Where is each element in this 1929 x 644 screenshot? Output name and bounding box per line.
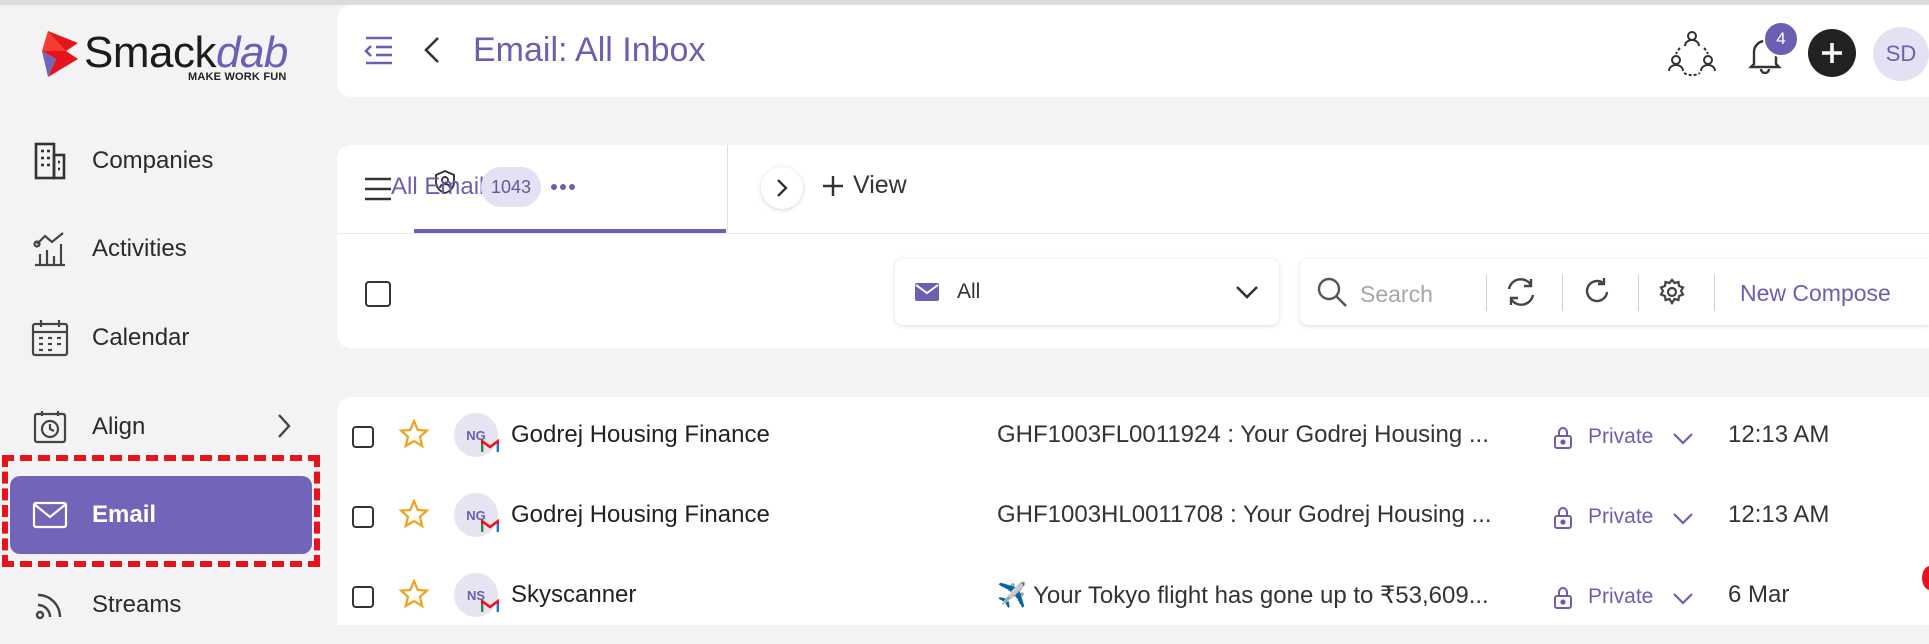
- inbox-toolbar-panel: All Email 1043 View All Search New Compo…: [337, 145, 1929, 348]
- scroll-tabs-button[interactable]: [761, 167, 803, 209]
- chevron-down-icon[interactable]: [1672, 512, 1694, 531]
- plus-icon: [1822, 43, 1842, 63]
- sidebar-item-companies[interactable]: Companies: [10, 122, 312, 200]
- sender-name: Skyscanner: [511, 581, 637, 608]
- refresh-icon[interactable]: [1582, 277, 1612, 312]
- chevron-right-icon: [777, 179, 788, 197]
- table-row[interactable]: NG Godrej Housing Finance GHF1003FL00119…: [337, 397, 1929, 477]
- back-arrow-icon[interactable]: [419, 33, 445, 67]
- sidebar-item-calendar[interactable]: Calendar: [10, 299, 312, 377]
- sync-icon[interactable]: [1505, 277, 1537, 312]
- collapse-sidebar-icon[interactable]: [361, 33, 395, 67]
- table-row[interactable]: NS Skyscanner ✈️ Your Tokyo flight has g…: [337, 557, 1929, 637]
- select-all-checkbox[interactable]: [365, 281, 391, 307]
- sidebar-item-streams[interactable]: Streams: [10, 566, 312, 644]
- visibility-label[interactable]: Private: [1588, 585, 1653, 609]
- email-subject: GHF1003FL0011924 : Your Godrej Housing .…: [997, 421, 1489, 448]
- tab-all-email-label: All Email: [391, 173, 485, 200]
- activities-chart-icon: [30, 229, 70, 269]
- email-time: 12:13 AM: [1728, 501, 1830, 528]
- toolbar-divider: [1562, 275, 1563, 311]
- star-icon[interactable]: [398, 578, 430, 614]
- team-network-icon[interactable]: [1667, 27, 1717, 77]
- align-clock-icon: [30, 407, 70, 447]
- visibility-label[interactable]: Private: [1588, 425, 1653, 449]
- table-row[interactable]: NG Godrej Housing Finance GHF1003HL00117…: [337, 477, 1929, 557]
- chevron-down-icon[interactable]: [1672, 592, 1694, 611]
- star-icon[interactable]: [398, 498, 430, 534]
- sidebar-item-label: Companies: [92, 147, 214, 174]
- new-compose-button[interactable]: New Compose: [1740, 280, 1891, 307]
- email-time: 6 Mar: [1728, 581, 1790, 608]
- sidebar-item-label: Align: [92, 413, 146, 440]
- gmail-icon: [480, 518, 500, 538]
- email-list: NG Godrej Housing Finance GHF1003FL00119…: [337, 397, 1929, 625]
- tab-divider: [727, 145, 728, 233]
- row-checkbox[interactable]: [352, 506, 374, 528]
- mail-filter-dropdown[interactable]: All: [895, 259, 1279, 325]
- sidebar-item-activities[interactable]: Activities: [10, 210, 312, 288]
- gear-icon[interactable]: [1658, 278, 1686, 311]
- email-time: 12:13 AM: [1728, 421, 1830, 448]
- more-options-icon[interactable]: [547, 177, 579, 197]
- lock-icon: [1553, 506, 1573, 535]
- page-title: Email: All Inbox: [473, 31, 706, 69]
- add-view-label: View: [853, 171, 907, 199]
- sidebar-item-label: Activities: [92, 235, 187, 262]
- streams-icon: [30, 585, 70, 625]
- search-icon[interactable]: [1316, 276, 1348, 313]
- brand-logo[interactable]: Smackdab MAKE WORK FUN: [38, 25, 288, 85]
- add-button[interactable]: [1808, 29, 1856, 77]
- mail-filled-icon: [915, 283, 939, 306]
- building-icon: [30, 141, 70, 181]
- toolbar-divider: [1486, 275, 1487, 311]
- logo-mark-icon: [42, 31, 78, 77]
- logo-tagline: MAKE WORK FUN: [188, 71, 287, 83]
- search-input[interactable]: Search: [1360, 281, 1433, 308]
- lock-icon: [1553, 586, 1573, 615]
- panel-divider: [337, 233, 1929, 234]
- avatar[interactable]: SD: [1873, 27, 1929, 81]
- page-header: Email: All Inbox: [337, 5, 1929, 97]
- chevron-right-icon[interactable]: [276, 412, 292, 445]
- sidebar-item-label: Streams: [92, 591, 182, 618]
- email-actions-toolbar: Search New Compose: [1300, 259, 1929, 325]
- highlight-outline: [2, 455, 320, 567]
- sender-name: Godrej Housing Finance: [511, 501, 770, 528]
- logo-text-main: Smack: [84, 28, 216, 77]
- filter-value: All: [957, 280, 981, 303]
- row-checkbox[interactable]: [352, 426, 374, 448]
- chevron-down-icon: [1235, 285, 1259, 304]
- star-icon[interactable]: [398, 418, 430, 454]
- chevron-down-icon[interactable]: [1672, 432, 1694, 451]
- plus-icon: [823, 175, 843, 196]
- calendar-icon: [30, 318, 70, 358]
- add-view-button[interactable]: View: [821, 171, 907, 200]
- logo-text-accent: dab: [215, 28, 288, 77]
- email-subject: GHF1003HL0011708 : Your Godrej Housing .…: [997, 501, 1492, 528]
- gmail-icon: [480, 438, 500, 458]
- toolbar-divider: [1714, 275, 1715, 311]
- toolbar-divider: [1638, 275, 1639, 311]
- lock-icon: [1553, 426, 1573, 455]
- visibility-label[interactable]: Private: [1588, 505, 1653, 529]
- email-count-badge: 1043: [481, 167, 541, 207]
- gmail-icon: [480, 598, 500, 618]
- sender-name: Godrej Housing Finance: [511, 421, 770, 448]
- menu-icon[interactable]: [361, 173, 395, 205]
- row-checkbox[interactable]: [352, 586, 374, 608]
- notification-badge: 4: [1763, 21, 1799, 57]
- email-subject: ✈️ Your Tokyo flight has gone up to ₹53,…: [997, 582, 1489, 609]
- sidebar-item-label: Calendar: [92, 324, 190, 351]
